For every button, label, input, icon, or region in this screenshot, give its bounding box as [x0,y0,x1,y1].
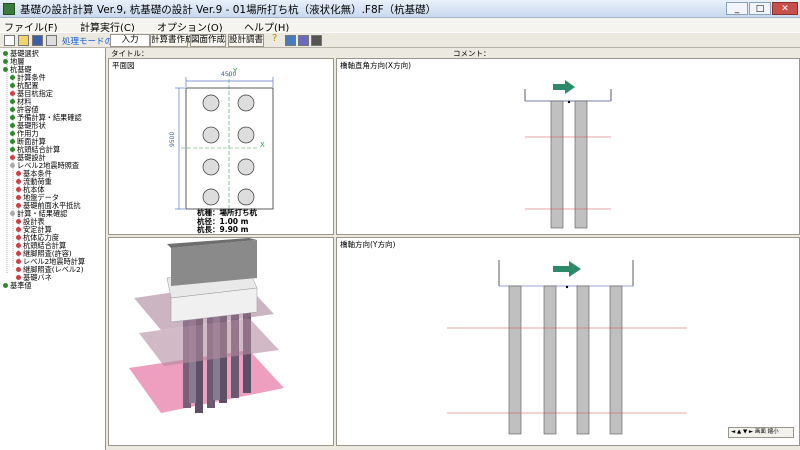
status-dot-icon [16,267,21,272]
status-dot-icon [10,211,15,216]
maximize-button[interactable]: □ [749,2,771,15]
status-dot-icon [16,203,21,208]
input-mode-button[interactable]: 入力 [110,34,150,47]
y-direction-drawing [447,260,687,435]
toolbar: 処理モードの選択 入力 計算書作成 図面作成 設計調書 ? [0,32,800,48]
navigation-tree: 基礎選択 地層 杭基礎 計算条件 杭配置 基目杭指定 材料 許容値 予備計算・結… [0,48,106,450]
status-dot-icon [10,139,15,144]
status-dot-icon [16,219,21,224]
menu-bar: ファイル(F) 計算実行(C) オプション(O) ヘルプ(H) [0,18,800,34]
design-check-button[interactable]: 設計調書 [228,34,264,47]
tree-item-standard-values[interactable]: 基準値 [3,282,32,290]
status-dot-icon [16,171,21,176]
status-dot-icon [16,251,21,256]
status-dot-icon [10,75,15,80]
plan-dim-height: 9500 [169,131,176,147]
status-dot-icon [16,235,21,240]
drawing-button[interactable]: 図面作成 [190,34,226,47]
status-dot-icon [10,83,15,88]
info-icon[interactable] [285,35,296,46]
save-icon[interactable] [32,35,43,46]
status-dot-icon [10,115,15,120]
link-icon[interactable] [298,35,309,46]
x-direction-drawing [524,80,612,229]
status-dot-icon [10,131,15,136]
status-dot-icon [3,51,8,56]
status-dot-icon [3,67,8,72]
status-dot-icon [16,179,21,184]
status-dot-icon [10,107,15,112]
minimize-button[interactable]: _ [726,2,748,15]
help-icon[interactable]: ? [272,34,283,45]
status-dot-icon [10,155,15,160]
status-dot-icon [3,59,8,64]
zoom-control[interactable]: ◄ ▲ ▼ ► 画面 縮小 [728,427,794,438]
pile-length-text: 杭長：9.90 m [197,225,249,234]
status-dot-icon [16,187,21,192]
status-dot-icon [16,195,21,200]
plan-axis-y: Y [233,67,238,75]
info-bar: タイトル： コメント： [108,48,800,58]
new-file-icon[interactable] [4,35,15,46]
open-folder-icon[interactable] [18,35,29,46]
status-dot-icon [16,259,21,264]
title-bar: 基礎の設計計算 Ver.9, 杭基礎の設計 Ver.9 - 01場所打ち杭（液状… [0,0,800,18]
foundation-3d-drawing [129,238,284,413]
calculator-icon[interactable] [311,35,322,46]
app-icon [3,3,15,15]
status-dot-icon [3,283,8,288]
status-dot-icon [16,275,21,280]
status-dot-icon [10,163,15,168]
window-title: 基礎の設計計算 Ver.9, 杭基礎の設計 Ver.9 - 01場所打ち杭（液状… [20,4,437,16]
print-icon[interactable] [46,35,57,46]
x-direction-view-panel[interactable]: 橋軸直角方向(X方向) [336,58,800,235]
status-dot-icon [10,123,15,128]
calc-document-button[interactable]: 計算書作成 [150,34,194,47]
status-dot-icon [10,91,15,96]
status-dot-icon [16,243,21,248]
status-dot-icon [16,227,21,232]
view-3d-panel[interactable] [108,237,334,446]
status-dot-icon [10,147,15,152]
close-button[interactable]: ✕ [772,2,798,15]
status-dot-icon [10,99,15,104]
y-direction-view-panel[interactable]: 橋軸方向(Y方向) ◄ ▲ ▼ ► 画面 縮小 [336,237,800,446]
pile-spec-label: 杭種：場所打ち杭 杭径：1.00 m 杭長：9.90 m [197,208,257,235]
plan-view-panel[interactable]: 平面図 4500 9500 Y X 杭種：場所打ち杭 杭径：1.00 m 杭長：… [108,58,334,235]
plan-axis-x: X [260,141,265,149]
